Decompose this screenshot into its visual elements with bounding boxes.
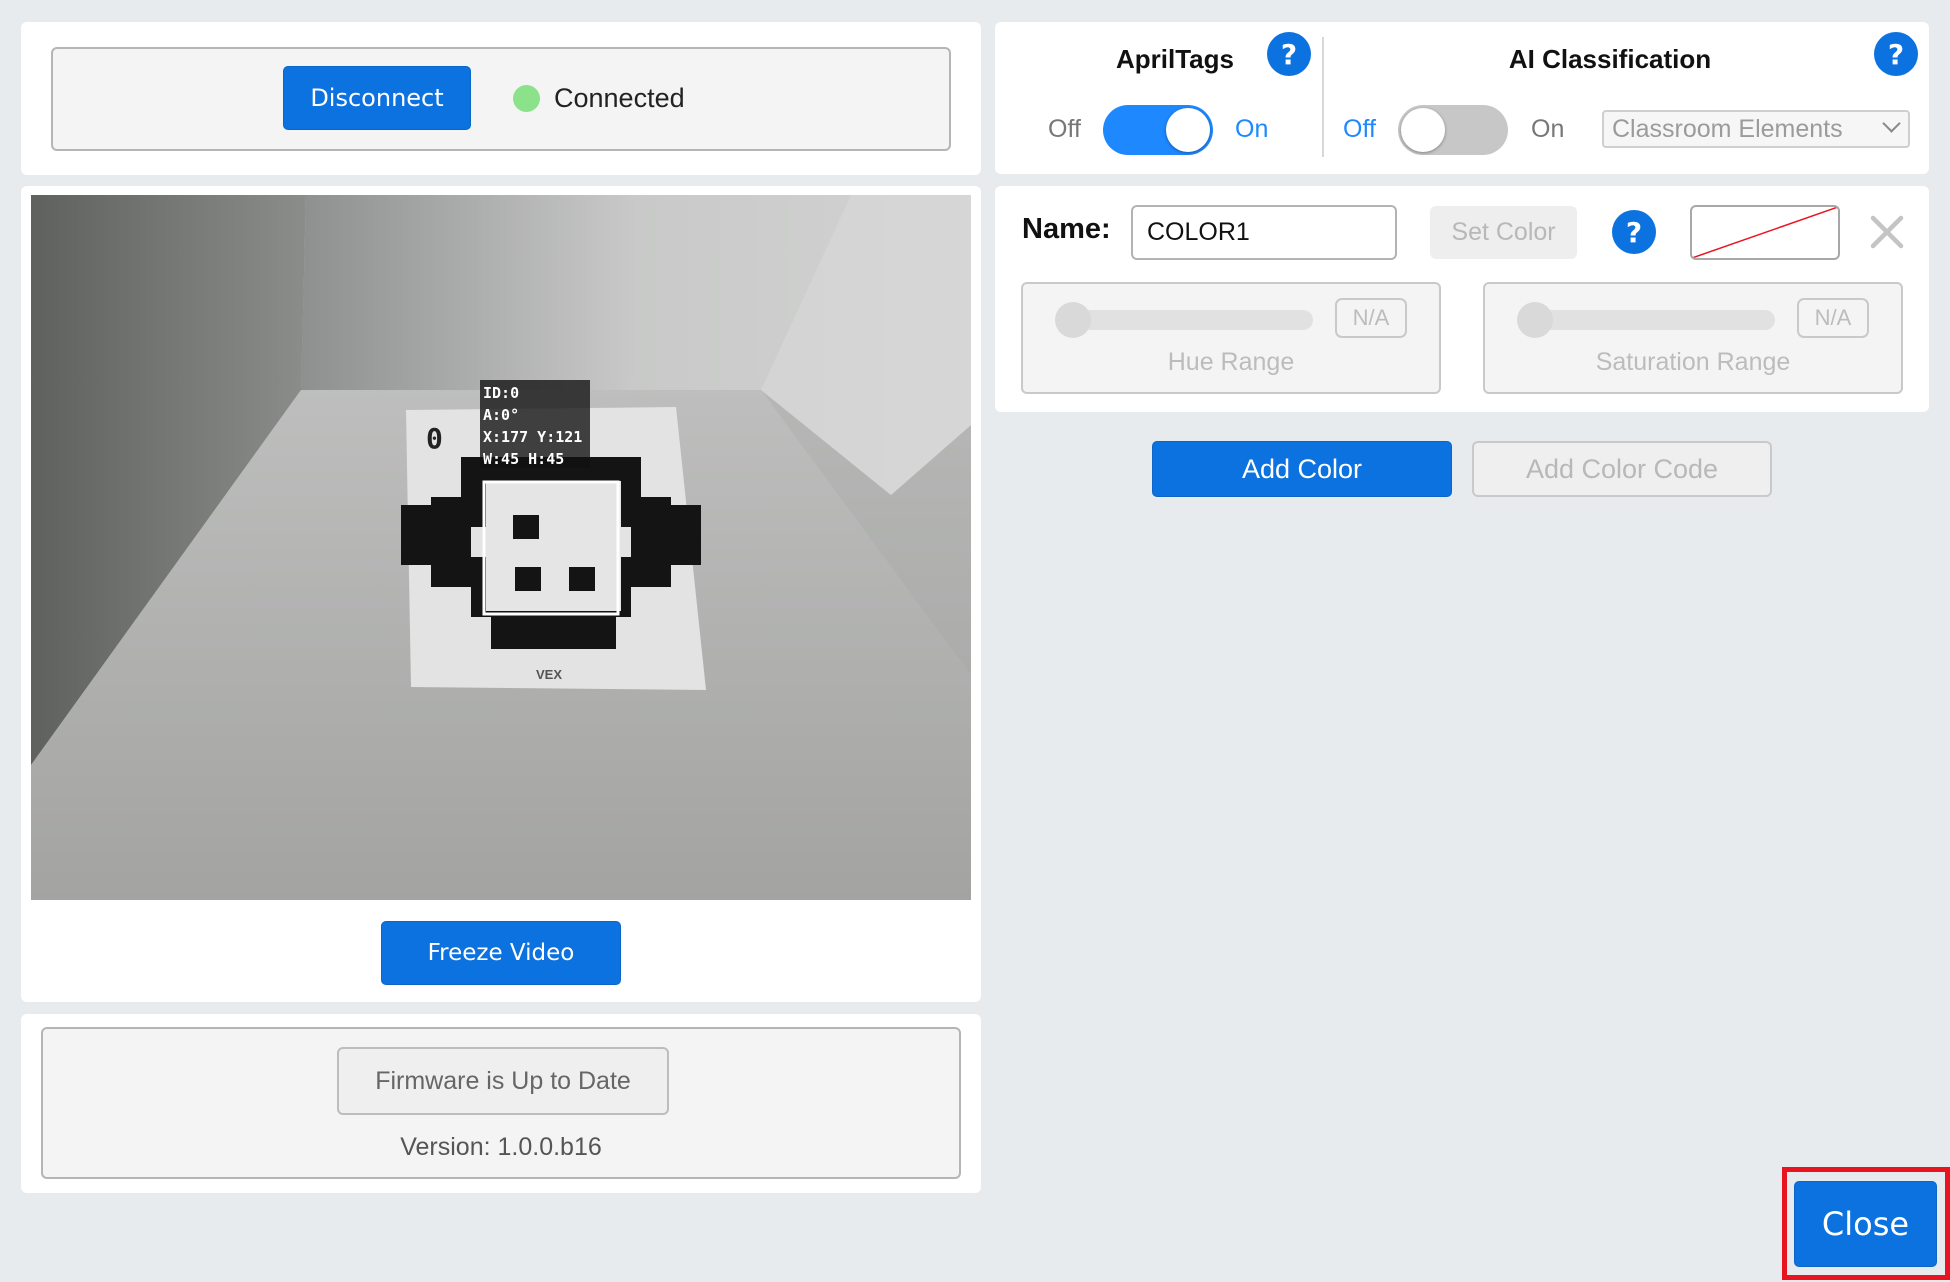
color-swatch[interactable] bbox=[1690, 205, 1840, 260]
ai-classification-off-label: Off bbox=[1343, 115, 1376, 143]
add-color-code-button[interactable]: Add Color Code bbox=[1472, 441, 1772, 497]
apriltags-help-icon[interactable]: ? bbox=[1267, 32, 1311, 76]
apriltags-toggle[interactable] bbox=[1103, 105, 1213, 155]
ai-model-selected: Classroom Elements bbox=[1612, 115, 1843, 143]
color-name-label: Name: bbox=[1022, 213, 1111, 245]
ai-model-select[interactable]: Classroom Elements bbox=[1602, 110, 1910, 148]
connection-status-dot bbox=[513, 85, 540, 112]
set-color-button[interactable]: Set Color bbox=[1430, 206, 1577, 259]
connection-status-label: Connected bbox=[554, 83, 685, 113]
firmware-version: Version: 1.0.0.b16 bbox=[400, 1133, 602, 1161]
saturation-range-value: N/A bbox=[1797, 298, 1869, 338]
ai-classification-toggle[interactable] bbox=[1398, 105, 1508, 155]
connection-box: Disconnect Connected bbox=[51, 47, 951, 151]
saturation-range-track[interactable] bbox=[1519, 310, 1775, 330]
connection-panel: Disconnect Connected bbox=[21, 22, 981, 175]
camera-scene bbox=[31, 195, 971, 900]
close-button[interactable]: Close bbox=[1794, 1181, 1937, 1267]
hue-range-label: Hue Range bbox=[1167, 348, 1295, 376]
hue-range-track[interactable] bbox=[1057, 310, 1313, 330]
video-panel: 0 VEX ID:0 A:0° X:177 Y:121 W:45 H:45 Fr… bbox=[21, 186, 981, 1002]
ai-classification-on-label: On bbox=[1531, 115, 1565, 143]
ai-classification-title: AI Classification bbox=[1508, 44, 1712, 74]
detection-overlay: ID:0 A:0° X:177 Y:121 W:45 H:45 bbox=[483, 382, 582, 470]
freeze-video-button[interactable]: Freeze Video bbox=[381, 921, 621, 985]
apriltags-title: AprilTags bbox=[1116, 44, 1234, 74]
disconnect-button[interactable]: Disconnect bbox=[283, 66, 471, 130]
delete-color-icon[interactable] bbox=[1867, 212, 1907, 252]
saturation-range-handle[interactable] bbox=[1517, 302, 1553, 338]
firmware-status-button[interactable]: Firmware is Up to Date bbox=[337, 1047, 669, 1115]
overlay-angle: A:0° bbox=[483, 406, 520, 424]
panel-divider bbox=[1322, 37, 1324, 157]
apriltags-toggle-knob bbox=[1166, 108, 1210, 152]
color-help-icon[interactable]: ? bbox=[1612, 210, 1656, 254]
saturation-range-box: N/A Saturation Range bbox=[1483, 282, 1903, 394]
apriltags-off-label: Off bbox=[1048, 115, 1081, 143]
overlay-wh: W:45 H:45 bbox=[483, 450, 565, 468]
color-name-input[interactable] bbox=[1131, 205, 1397, 260]
tag-brand: VEX bbox=[536, 667, 563, 682]
chevron-down-icon bbox=[1882, 114, 1901, 133]
color-signature-panel: Name: Set Color ? N/A Hue Range N/A Satu… bbox=[995, 186, 1929, 412]
no-color-slash bbox=[1692, 207, 1838, 258]
saturation-range-label: Saturation Range bbox=[1595, 348, 1791, 376]
camera-feed: 0 VEX ID:0 A:0° X:177 Y:121 W:45 H:45 bbox=[31, 195, 971, 900]
tag-number: 0 bbox=[426, 422, 443, 455]
apriltags-on-label: On bbox=[1235, 115, 1269, 143]
overlay-id: ID:0 bbox=[483, 384, 520, 402]
hue-range-handle[interactable] bbox=[1055, 302, 1091, 338]
overlay-xy: X:177 Y:121 bbox=[483, 428, 583, 446]
firmware-box: Firmware is Up to Date Version: 1.0.0.b1… bbox=[41, 1027, 961, 1179]
hue-range-box: N/A Hue Range bbox=[1021, 282, 1441, 394]
add-color-button[interactable]: Add Color bbox=[1152, 441, 1452, 497]
firmware-panel: Firmware is Up to Date Version: 1.0.0.b1… bbox=[21, 1014, 981, 1193]
detection-mode-panel: AprilTags ? Off On AI Classification ? O… bbox=[995, 22, 1929, 174]
ai-classification-help-icon[interactable]: ? bbox=[1874, 32, 1918, 76]
ai-classification-toggle-knob bbox=[1401, 108, 1445, 152]
hue-range-value: N/A bbox=[1335, 298, 1407, 338]
